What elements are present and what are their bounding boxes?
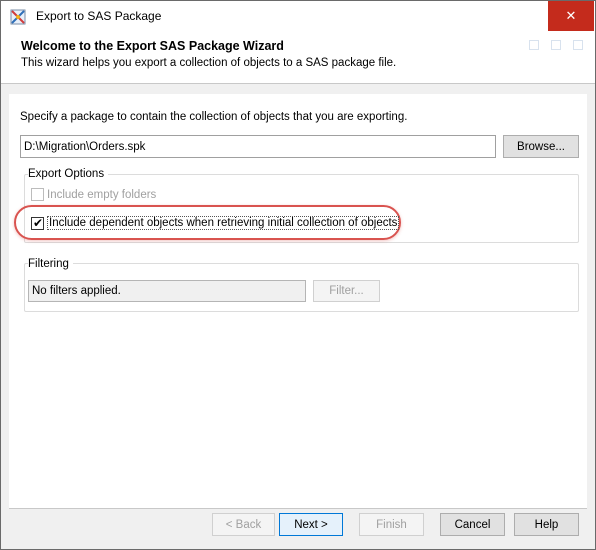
finish-button[interactable]: Finish bbox=[359, 513, 424, 536]
window-title: Export to SAS Package bbox=[36, 9, 162, 23]
checkmark-icon: ✔ bbox=[33, 215, 44, 230]
package-path-input[interactable] bbox=[20, 135, 496, 158]
title-bar[interactable]: Export to SAS Package ✕ bbox=[1, 1, 595, 32]
include-dependent-option[interactable]: ✔ Include dependent objects when retriev… bbox=[31, 215, 400, 230]
back-button[interactable]: < Back bbox=[212, 513, 275, 536]
next-button[interactable]: Next > bbox=[279, 513, 343, 536]
sas-app-icon bbox=[10, 9, 26, 25]
divider bbox=[9, 508, 587, 509]
banner-subtitle: This wizard helps you export a collectio… bbox=[21, 57, 397, 69]
help-button[interactable]: Help bbox=[514, 513, 579, 536]
cancel-button[interactable]: Cancel bbox=[440, 513, 505, 536]
include-dependent-label: Include dependent objects when retrievin… bbox=[47, 216, 400, 230]
export-options-label: Export Options bbox=[28, 168, 109, 180]
banner-decoration-icon bbox=[529, 40, 585, 52]
banner-title: Welcome to the Export SAS Package Wizard bbox=[21, 39, 284, 53]
banner-gap bbox=[1, 84, 595, 94]
include-empty-folders-label: Include empty folders bbox=[47, 188, 157, 201]
include-dependent-checkbox[interactable]: ✔ bbox=[31, 215, 44, 230]
export-wizard-window: Export to SAS Package ✕ Welcome to the E… bbox=[0, 0, 596, 550]
close-button[interactable]: ✕ bbox=[548, 1, 594, 31]
include-empty-folders-option: Include empty folders bbox=[31, 188, 156, 201]
browse-button[interactable]: Browse... bbox=[503, 135, 579, 158]
wizard-banner: Welcome to the Export SAS Package Wizard… bbox=[1, 32, 595, 84]
instruction-text: Specify a package to contain the collect… bbox=[20, 111, 408, 123]
filtering-label: Filtering bbox=[28, 258, 73, 270]
filter-status-field: No filters applied. bbox=[28, 280, 306, 302]
filter-button[interactable]: Filter... bbox=[313, 280, 380, 302]
close-icon: ✕ bbox=[565, 8, 577, 23]
include-empty-folders-checkbox[interactable] bbox=[31, 188, 44, 201]
